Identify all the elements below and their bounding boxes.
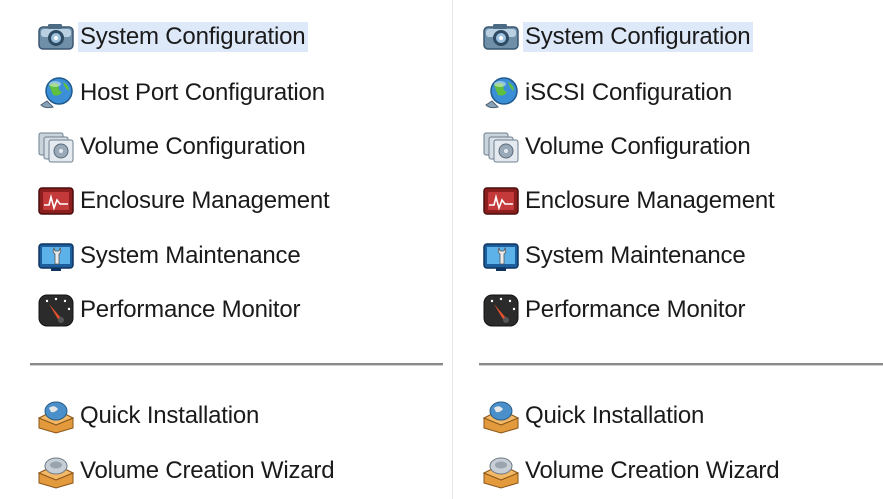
menu-item-label: Host Port Configuration [80,79,325,106]
menu-item-iscsi-configuration[interactable]: iSCSI Configuration [478,75,735,111]
menu-item-label: Performance Monitor [525,296,746,323]
menu-item-volume-configuration[interactable]: Volume Configuration [478,129,753,165]
globe-icon [33,75,78,111]
box-globe-icon [478,398,523,434]
menu-item-quick-installation[interactable]: Quick Installation [33,398,262,434]
menu-item-system-configuration[interactable]: System Configuration [478,19,754,55]
camera-icon [478,19,523,55]
menu-item-label: iSCSI Configuration [525,79,732,106]
box-disk-icon [33,453,78,489]
box-globe-icon [33,398,78,434]
globe-icon [478,75,523,111]
menu-item-enclosure-management[interactable]: Enclosure Management [33,183,332,219]
monitor-graph-icon [478,183,523,219]
menu-item-label: Quick Installation [80,402,260,429]
menu-item-label: Enclosure Management [80,187,330,214]
wrench-monitor-icon [478,238,523,274]
menu-item-system-configuration[interactable]: System Configuration [33,19,309,55]
gauge-icon [478,292,523,328]
menu-item-system-maintenance[interactable]: System Maintenance [33,238,304,274]
menu-item-label: Volume Configuration [80,133,306,160]
menu-item-label: Volume Configuration [525,133,751,160]
menu-item-volume-creation-wizard[interactable]: Volume Creation Wizard [33,453,337,489]
camera-icon [33,19,78,55]
disks-icon [478,129,523,165]
left-menu-panel: System Configuration Host Port Configura… [0,0,452,499]
right-menu-panel: System Configuration iSCSI Configuration [453,0,883,499]
menu-item-label: System Configuration [78,22,309,52]
menu-item-host-port-configuration[interactable]: Host Port Configuration [33,75,328,111]
wrench-monitor-icon [33,238,78,274]
menu-item-enclosure-management[interactable]: Enclosure Management [478,183,777,219]
menu-item-label: Performance Monitor [80,296,301,323]
menu-item-label: Volume Creation Wizard [80,457,335,484]
menu-item-label: Quick Installation [525,402,705,429]
menu-item-label: System Maintenance [525,242,746,269]
menu-item-label: Enclosure Management [525,187,775,214]
menu-item-label: System Maintenance [80,242,301,269]
menu-item-label: Volume Creation Wizard [525,457,780,484]
gauge-icon [33,292,78,328]
monitor-graph-icon [33,183,78,219]
menu-item-label: System Configuration [523,22,754,52]
menu-item-quick-installation[interactable]: Quick Installation [478,398,707,434]
menu-separator [479,363,883,366]
menu-item-performance-monitor[interactable]: Performance Monitor [33,292,303,328]
menu-item-system-maintenance[interactable]: System Maintenance [478,238,749,274]
menu-item-volume-creation-wizard[interactable]: Volume Creation Wizard [478,453,782,489]
menu-separator [30,363,443,366]
menu-item-volume-configuration[interactable]: Volume Configuration [33,129,308,165]
menu-item-performance-monitor[interactable]: Performance Monitor [478,292,748,328]
disks-icon [33,129,78,165]
box-disk-icon [478,453,523,489]
